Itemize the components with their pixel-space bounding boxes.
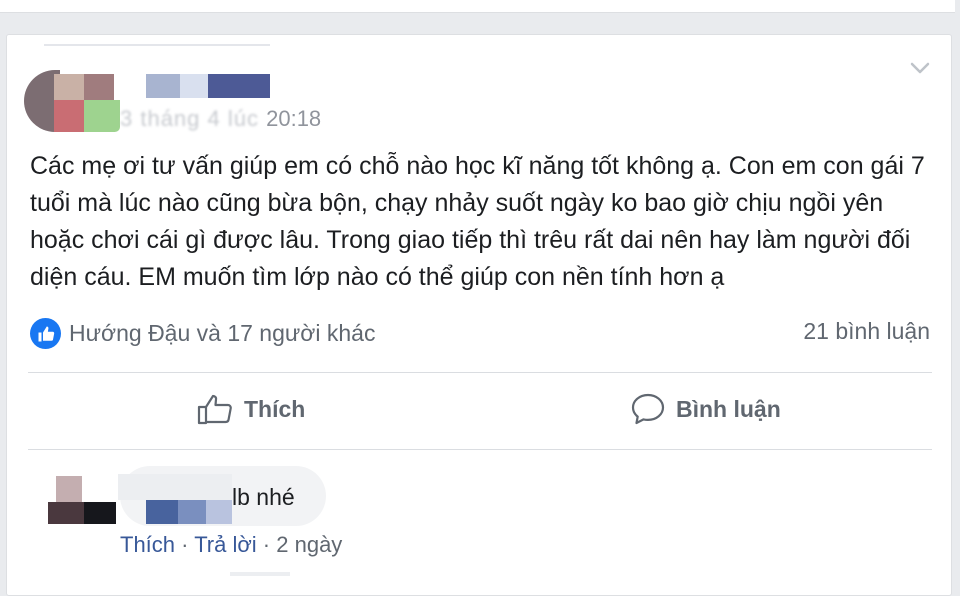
- commenter-name-redacted[interactable]: [118, 474, 232, 524]
- post-body-text: Các mẹ ơi tư vấn giúp em có chỗ nào học …: [30, 152, 925, 291]
- avatar-pixel: [48, 502, 84, 524]
- reaction-summary[interactable]: Hướng Đậu và 17 người khác: [30, 318, 375, 349]
- avatar-pixel: [84, 502, 116, 524]
- comment-reply-link[interactable]: Trả lời: [194, 532, 257, 557]
- name-pixel: [180, 74, 208, 98]
- chevron-down-icon[interactable]: [908, 58, 932, 78]
- meta-separator: ·: [175, 532, 195, 557]
- name-pixel: [208, 74, 270, 98]
- comment-like-link[interactable]: Thích: [120, 532, 175, 557]
- like-button-label: Thích: [244, 395, 306, 422]
- like-button[interactable]: Thích: [196, 392, 305, 426]
- thumbs-up-icon: [30, 318, 61, 349]
- comment-bubble-icon: [631, 393, 665, 425]
- action-divider-bottom: [28, 449, 932, 450]
- meta-separator: ·: [256, 532, 277, 557]
- post-timestamp-time: 20:18: [266, 106, 322, 131]
- reaction-names: Hướng Đậu và 17 người khác: [69, 320, 376, 346]
- name-pixel: [206, 500, 232, 524]
- card-header-divider: [44, 44, 270, 46]
- avatar-pixel: [54, 74, 84, 100]
- avatar-pixel: [56, 476, 82, 502]
- name-pixel: [146, 74, 180, 98]
- comment-button-label: Bình luận: [676, 395, 781, 422]
- avatar-pixel: [84, 100, 120, 132]
- name-pixel: [118, 474, 232, 500]
- like-outline-icon: [197, 394, 232, 425]
- post-timestamp[interactable]: 3 tháng 4 lúc 20:18: [120, 106, 321, 132]
- comment-count-link[interactable]: 21 bình luận: [803, 318, 930, 345]
- comment-actions: Thích · Trả lời · 2 ngày: [120, 532, 342, 558]
- post-timestamp-blurred: 3 tháng 4 lúc: [120, 106, 267, 131]
- next-comment-edge: [230, 572, 290, 576]
- previous-card-edge: [0, 0, 955, 13]
- name-pixel: [146, 500, 178, 524]
- comment-age[interactable]: 2 ngày: [276, 532, 342, 557]
- avatar-pixel: [84, 74, 114, 100]
- action-divider-top: [28, 372, 932, 373]
- comment-button[interactable]: Bình luận: [630, 392, 781, 426]
- avatar-pixel: [54, 100, 84, 132]
- avatar[interactable]: [24, 70, 120, 132]
- author-name-redacted[interactable]: [146, 74, 270, 98]
- comment-text: lb nhé: [232, 484, 295, 510]
- name-pixel: [178, 500, 206, 524]
- commenter-avatar[interactable]: [48, 476, 116, 524]
